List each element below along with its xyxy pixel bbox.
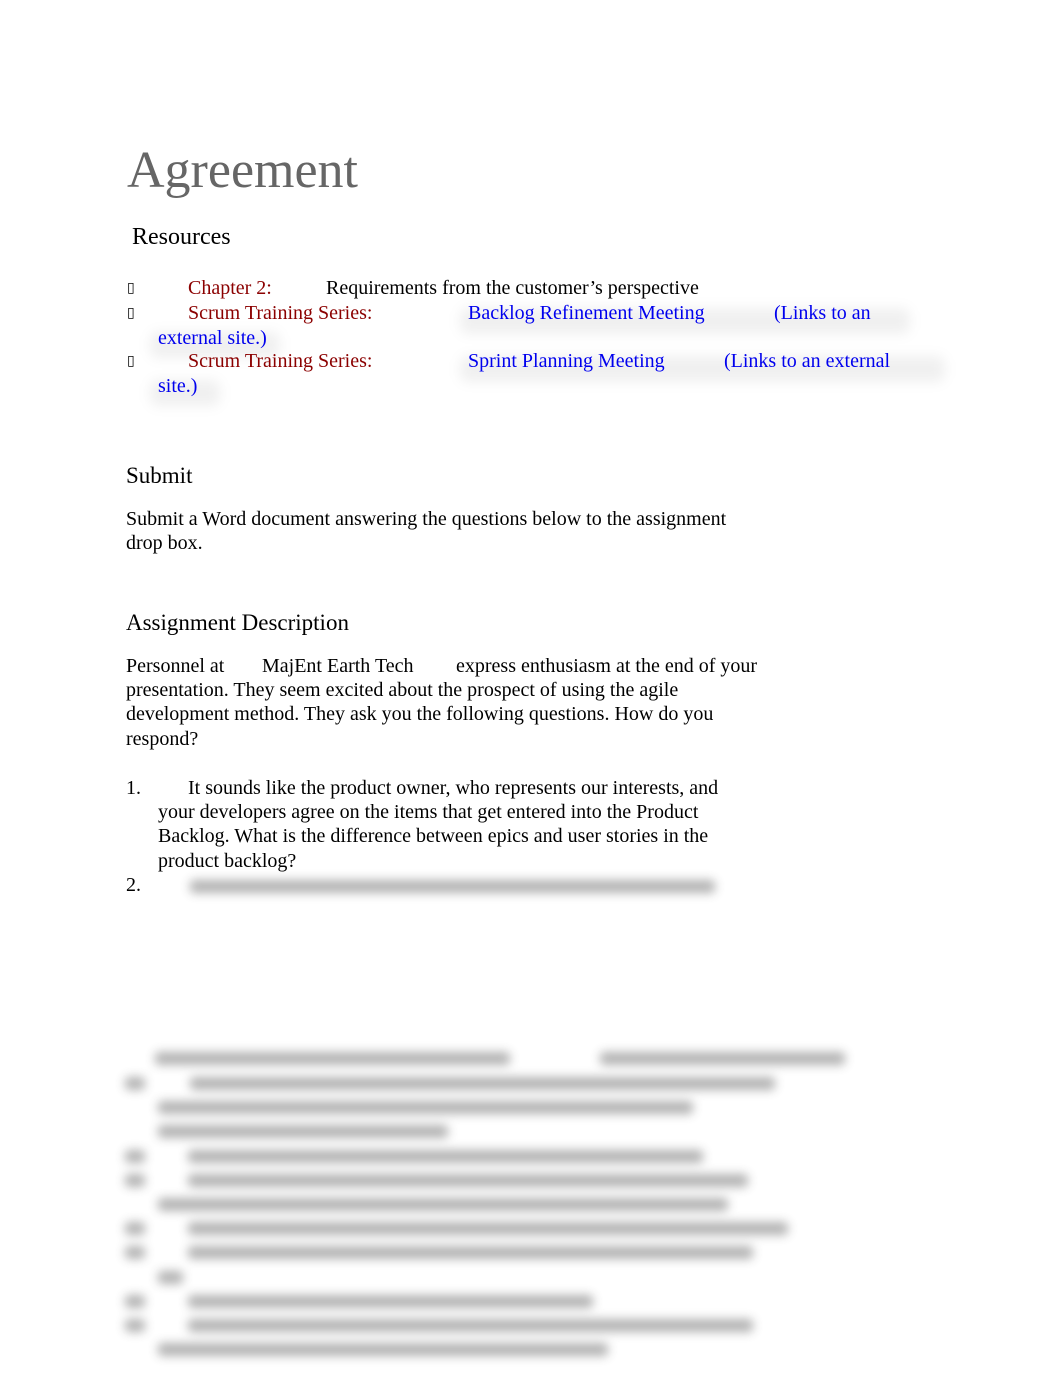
- blurred-content: [0, 0, 1062, 1377]
